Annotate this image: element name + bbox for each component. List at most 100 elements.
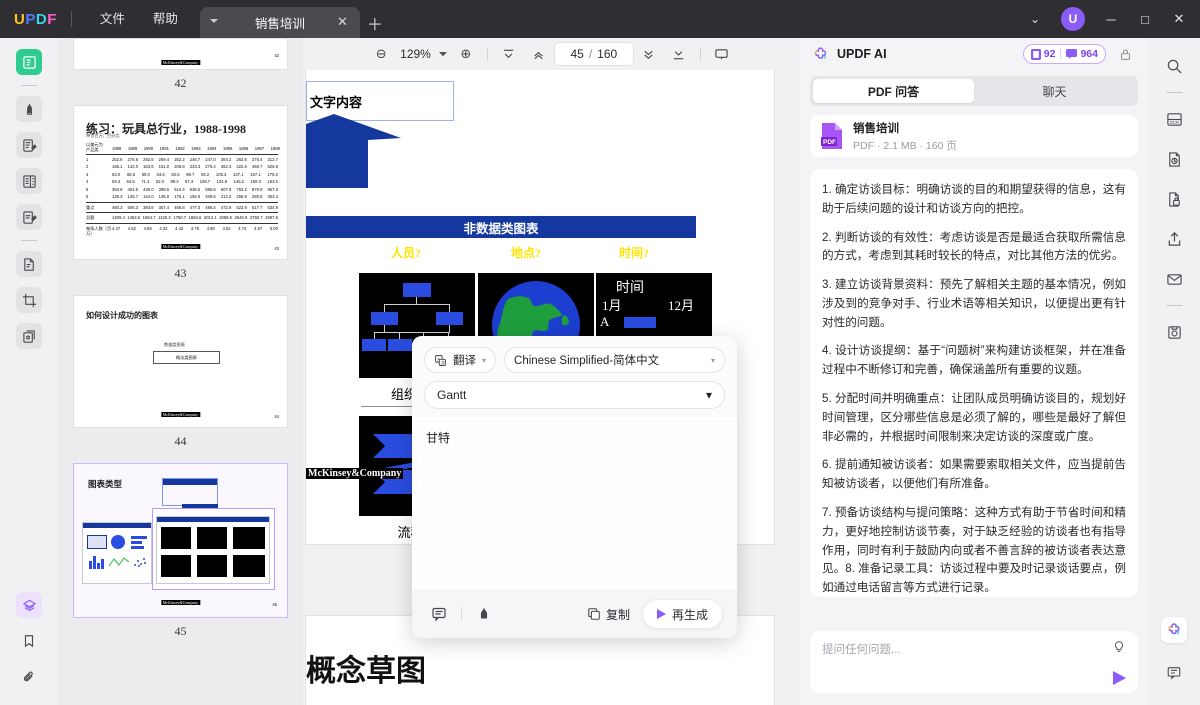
sidebar-item-attachment[interactable] [16, 664, 42, 690]
slide-footer: McKinsey&Company [160, 60, 201, 65]
avatar[interactable]: U [1061, 7, 1085, 31]
sidebar-item-organize-pages[interactable] [16, 168, 42, 194]
table-row: 总额 1409.4 1453.6 1564.7 1420.3 1750.7 1884.6 20… [86, 212, 278, 220]
first-page-icon[interactable] [494, 42, 524, 66]
chevron-down-icon[interactable]: ▾ [706, 388, 712, 402]
share-icon[interactable] [1161, 226, 1187, 252]
svg-text:文: 文 [441, 359, 445, 365]
compress-icon[interactable] [1161, 319, 1187, 345]
last-page-icon[interactable] [664, 42, 694, 66]
tab-chat[interactable]: 聊天 [974, 79, 1135, 103]
sidebar-item-edit-pdf[interactable] [16, 132, 42, 158]
sidebar-item-ai-assistant[interactable] [16, 592, 42, 618]
slide-footer: McKinsey&Company [306, 468, 404, 479]
thumbnail-list: McKinsey&Company 42 42 练习：玩具总行业，1988-199… [58, 38, 303, 653]
comment-bubble-icon[interactable] [1161, 660, 1187, 686]
credits-badge[interactable]: 92 964 [1022, 44, 1106, 64]
thumbnail-item-42[interactable]: McKinsey&Company 42 42 [58, 38, 303, 105]
chevron-down-icon[interactable] [435, 51, 451, 57]
chevron-down-icon[interactable] [209, 19, 218, 23]
send-button[interactable] [1113, 671, 1126, 685]
zoom-level[interactable]: 129% [396, 47, 435, 61]
slide-question-3: 时间? [618, 246, 649, 260]
table-cell: 276.6 [127, 157, 139, 162]
close-tab-icon[interactable]: ✕ [335, 14, 350, 29]
thumbnail-page-45[interactable]: 图表类型 McKinsey&Company 45 [73, 463, 288, 618]
table-cell: 256.9 [236, 194, 247, 200]
lock-icon[interactable] [1114, 48, 1136, 61]
table-cell: 4.52 [127, 225, 136, 231]
highlight-icon[interactable] [471, 601, 497, 627]
thumbnail-page-43[interactable]: 练习：玩具总行业，1988-1998 单位百万；百分比 以美元为 产品类 198… [73, 105, 288, 260]
presentation-mode-icon[interactable] [707, 42, 737, 66]
chevron-down-icon[interactable]: ▾ [482, 356, 486, 365]
table-row-header: 以美元为 产品类 [86, 142, 103, 153]
thumbnail-item-44[interactable]: 如何设计成功的图表 数据类图表 概念类图表 McKinsey&Company 4… [58, 295, 303, 463]
table-cell: 89.7 [186, 171, 195, 177]
source-text-value: Gantt [437, 388, 467, 402]
target-language-label: Chinese Simplified-简体中文 [514, 355, 660, 367]
sidebar-item-convert[interactable] [16, 251, 42, 277]
page-thumbnail-panel[interactable]: McKinsey&Company 42 42 练习：玩具总行业，1988-199… [58, 38, 303, 705]
updf-ai-icon[interactable] [1161, 617, 1187, 643]
table-cell: 137.1 [233, 171, 244, 177]
slide-footer: McKinsey&Company [160, 412, 201, 417]
chevron-down-icon[interactable]: ▾ [711, 356, 715, 365]
zoom-out-button[interactable]: ⊖ [366, 42, 396, 66]
sidebar-item-highlight[interactable] [16, 96, 42, 122]
thumbnail-item-43[interactable]: 练习：玩具总行业，1988-1998 单位百万；百分比 以美元为 产品类 198… [58, 105, 303, 295]
sidebar-item-comment[interactable] [16, 204, 42, 230]
maximize-button[interactable]: □ [1128, 0, 1162, 38]
slide-page-number: 45 [272, 601, 277, 607]
ocr-icon[interactable]: OCR [1161, 106, 1187, 132]
table-cell: 276.4 [251, 157, 263, 162]
sidebar-item-reader-mode[interactable] [16, 49, 42, 75]
regenerate-button[interactable]: 再生成 [641, 599, 723, 629]
sidebar-item-bookmark[interactable] [16, 628, 42, 654]
table-cell: 4.52 [222, 225, 231, 231]
search-icon[interactable] [1161, 53, 1187, 79]
page-number-input[interactable]: 45 / 160 [553, 42, 634, 66]
attached-file-card[interactable]: PDF 销售培训 PDF · 2.1 MB · 160 页 [810, 115, 1138, 157]
prev-page-icon[interactable] [524, 42, 554, 66]
suggestions-icon[interactable] [1112, 640, 1126, 657]
tab-pdf-qa[interactable]: PDF 问答 [813, 79, 974, 103]
thumbnail-item-45[interactable]: 图表类型 McKinsey&Company 45 45 [58, 463, 303, 653]
close-button[interactable]: ✕ [1162, 0, 1196, 38]
next-page-icon[interactable] [634, 42, 664, 66]
total-pages: 160 [597, 47, 618, 61]
table-cell: 536.5 [189, 186, 201, 192]
title-bar-left: UPDF 文件 帮助 销售培训 ✕ ＋ [0, 0, 390, 38]
translate-controls: A 文 翻译 ▾ Chinese Simplified-简体中文 ▾ [424, 347, 725, 373]
table-cell: 2012.1 [203, 215, 217, 221]
target-language-dropdown[interactable]: Chinese Simplified-简体中文 ▾ [504, 347, 725, 373]
svg-text:PDF: PDF [823, 139, 836, 146]
comment-icon[interactable] [426, 601, 452, 627]
translate-popup[interactable]: A 文 翻译 ▾ Chinese Simplified-简体中文 ▾ Gantt… [412, 336, 737, 638]
thumbnail-page-42[interactable]: McKinsey&Company 42 [73, 38, 288, 70]
ask-question-box[interactable]: 提问任何问题... [810, 631, 1138, 693]
page-credits: 92 [1030, 48, 1055, 60]
ai-answer-text: 1. 确定访谈目标：明确访谈的目的和期望获得的信息，这有助于后续问题的设计和访谈… [822, 181, 1126, 597]
zoom-in-button[interactable]: ⊕ [451, 42, 481, 66]
protect-icon[interactable] [1161, 186, 1187, 212]
table-cell: 466.6 [174, 204, 185, 210]
table-row-label: 1 [86, 157, 89, 162]
sidebar-item-crop[interactable] [16, 287, 42, 313]
table-cell: 136.7 [127, 194, 139, 200]
menu-help[interactable]: 帮助 [139, 0, 192, 38]
email-icon[interactable] [1161, 266, 1187, 292]
convert-icon[interactable] [1161, 146, 1187, 172]
minimize-button[interactable]: ─ [1094, 0, 1128, 38]
source-text-field[interactable]: Gantt ▾ [424, 381, 725, 409]
sidebar-item-batch[interactable] [16, 323, 42, 349]
menu-file[interactable]: 文件 [86, 0, 139, 38]
thumbnail-page-44[interactable]: 如何设计成功的图表 数据类图表 概念类图表 McKinsey&Company 4… [73, 295, 288, 428]
new-tab-button[interactable]: ＋ [360, 7, 390, 38]
chevron-down-icon[interactable]: ⌄ [1018, 0, 1052, 38]
copy-button[interactable]: 复制 [581, 606, 636, 623]
table-cell: 495.4 [205, 204, 216, 210]
document-tab[interactable]: 销售培训 ✕ [199, 7, 360, 38]
translate-mode-dropdown[interactable]: A 文 翻译 ▾ [424, 347, 497, 373]
tab-strip: 销售培训 ✕ ＋ [199, 0, 390, 38]
